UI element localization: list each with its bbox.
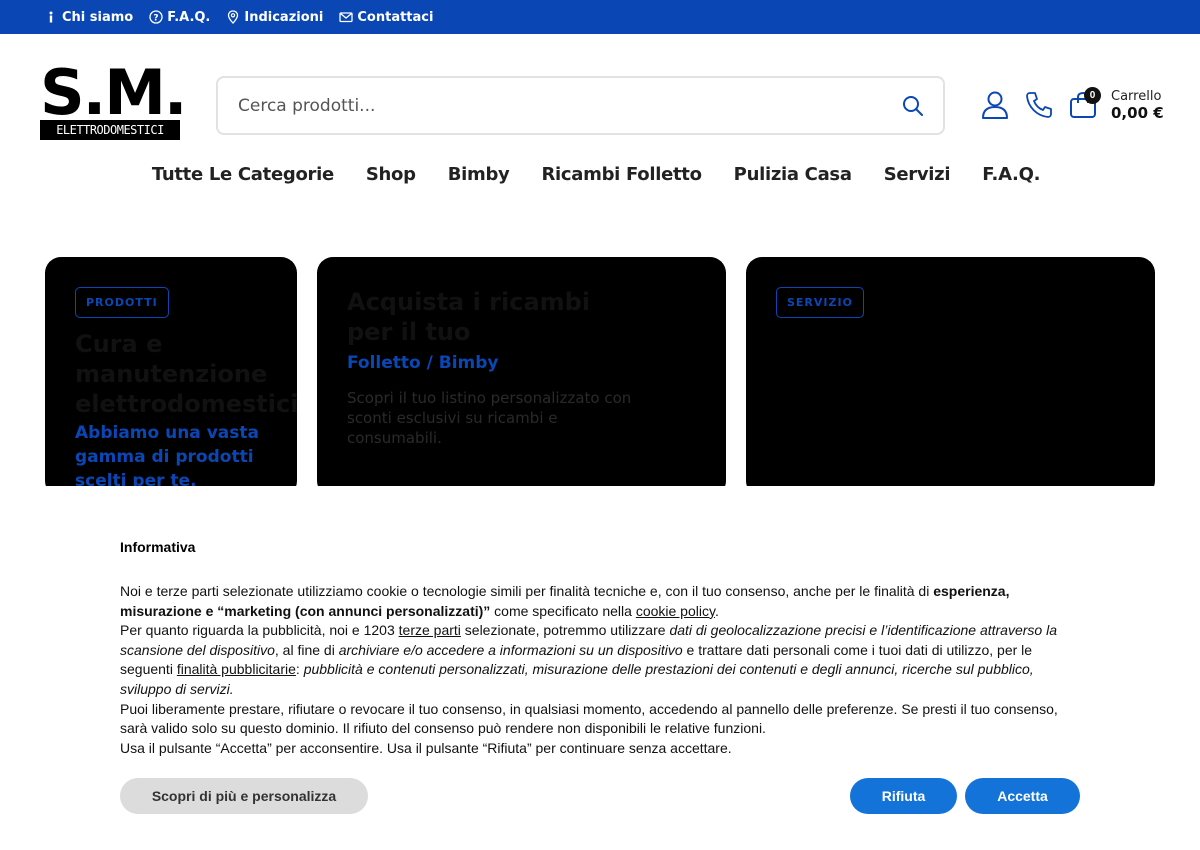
cookie-policy-link[interactable]: cookie policy <box>636 603 715 619</box>
mail-icon <box>339 12 354 23</box>
cookie-paragraph: Usa il pulsante “Accetta” per acconsenti… <box>120 739 732 756</box>
site-header: S.M. ELETTRODOMESTICI 0 Carrello 0,00 € … <box>0 34 1200 224</box>
top-bar: Chi siamo ? F.A.Q. Indicazioni Contattac… <box>0 0 1200 34</box>
promo-card-prodotti[interactable]: PRODOTTI Cura e manutenzione elettrodome… <box>45 257 297 497</box>
cookie-title: Informativa <box>120 539 196 555</box>
topbar-link-indicazioni[interactable]: Indicazioni <box>226 10 323 25</box>
nav-item-faq[interactable]: F.A.Q. <box>982 164 1040 185</box>
text: come specificato nella <box>490 602 636 619</box>
nav-item-pulizia-casa[interactable]: Pulizia Casa <box>734 164 852 185</box>
learn-more-customize-button[interactable]: Scopri di più e personalizza <box>120 778 368 814</box>
card-tag: SERVIZIO <box>776 287 864 318</box>
svg-text:?: ? <box>154 14 159 24</box>
question-circle-icon: ? <box>149 10 163 24</box>
nav-item-ricambi-folletto[interactable]: Ricambi Folletto <box>541 164 701 185</box>
search-box <box>216 76 945 135</box>
promo-card-ricambi[interactable]: Acquista i ricambi per il tuo Folletto /… <box>317 257 726 497</box>
topbar-link-label: Contattaci <box>357 9 434 25</box>
topbar-link-label: F.A.Q. <box>167 9 211 25</box>
topbar-link-label: Chi siamo <box>62 9 134 25</box>
nav-item-shop[interactable]: Shop <box>366 164 416 185</box>
logo-initials: S.M. <box>40 56 187 129</box>
nav-item-servizi[interactable]: Servizi <box>884 164 951 185</box>
text: . <box>714 602 719 619</box>
promo-card-servizio[interactable]: SERVIZIO <box>746 257 1155 497</box>
logo-band: ELETTRODOMESTICI <box>40 120 180 140</box>
terze-parti-link[interactable]: terze parti <box>399 622 461 638</box>
main-nav: Tutte Le Categorie Shop Bimby Ricambi Fo… <box>0 164 1200 185</box>
card-tag: PRODOTTI <box>75 287 169 318</box>
map-pin-icon <box>228 10 239 24</box>
card-title: Cura e manutenzione elettrodomestici <box>75 330 297 418</box>
text: , al fine di <box>274 641 339 658</box>
phone-icon[interactable] <box>1024 90 1054 120</box>
cookie-text: Noi e terze parti selezionate utilizziam… <box>120 582 1070 758</box>
card-text: Scopri il tuo listino personalizzato con… <box>347 389 632 447</box>
nav-item-tutte-le-categorie[interactable]: Tutte Le Categorie <box>152 164 334 185</box>
cart-summary[interactable]: Carrello 0,00 € <box>1111 89 1164 122</box>
search-icon[interactable] <box>901 94 925 118</box>
search-input[interactable] <box>238 95 858 116</box>
card-subtitle: Abbiamo una vasta gamma di prodotti scel… <box>75 423 259 491</box>
cart-label: Carrello <box>1111 89 1162 104</box>
card-title: Acquista i ricambi per il tuo <box>347 288 591 346</box>
reject-button[interactable]: Rifiuta <box>850 778 957 814</box>
topbar-link-label: Indicazioni <box>244 9 324 25</box>
info-icon <box>49 11 53 23</box>
text: selezionate, potremmo utilizzare <box>460 622 670 639</box>
site-logo[interactable]: S.M. ELETTRODOMESTICI <box>40 62 187 140</box>
text: Per quanto riguarda la pubblicità, noi e… <box>120 622 399 639</box>
text: : <box>295 661 304 678</box>
cart-count-badge: 0 <box>1084 87 1101 104</box>
cart-total: 0,00 € <box>1111 104 1164 122</box>
text: Noi e terze parti selezionate utilizziam… <box>120 583 934 599</box>
accept-button[interactable]: Accetta <box>965 778 1080 814</box>
topbar-link-faq[interactable]: ? F.A.Q. <box>149 10 210 25</box>
cookie-paragraph: Noi e terze parti selezionate utilizziam… <box>120 582 1070 621</box>
cookie-paragraph: Per quanto riguarda la pubblicità, noi e… <box>120 621 1070 699</box>
cookie-paragraph: Puoi liberamente prestare, rifiutare o r… <box>120 700 1058 737</box>
user-account-icon[interactable] <box>980 90 1010 120</box>
topbar-link-contattaci[interactable]: Contattaci <box>339 10 433 25</box>
nav-item-bimby[interactable]: Bimby <box>448 164 510 185</box>
card-subtitle: Folletto / Bimby <box>347 353 499 373</box>
text-italic: archiviare e/o accedere a informazioni s… <box>338 641 683 658</box>
finalita-pubblicitarie-link[interactable]: finalità pubblicitarie <box>177 661 296 677</box>
topbar-link-chi-siamo[interactable]: Chi siamo <box>44 10 133 25</box>
